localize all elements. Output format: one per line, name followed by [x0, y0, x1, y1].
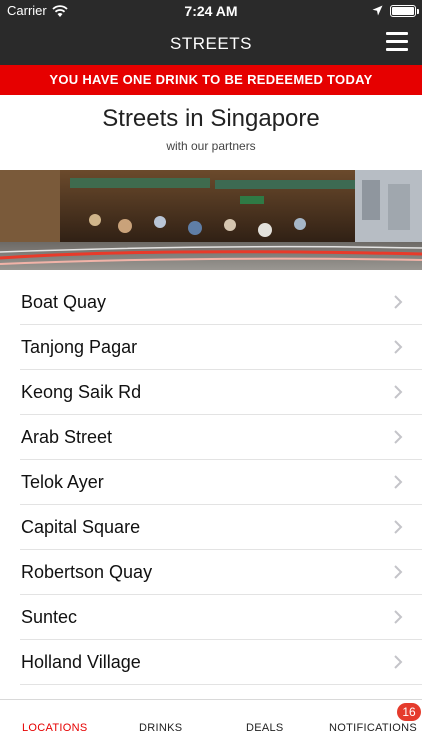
street-label: Arab Street: [21, 427, 113, 447]
chevron-right-icon: [394, 610, 403, 624]
street-label: Robertson Quay: [21, 562, 153, 582]
tab-bar: LOCATIONS DRINKS DEALS NOTIFICATIONS: [0, 699, 422, 750]
section-title: Streets in Singapore: [102, 105, 320, 132]
street-row-capital-square[interactable]: Capital Square: [20, 505, 422, 550]
chevron-right-icon: [394, 655, 403, 669]
section-subtitle: with our partners: [166, 139, 256, 153]
street-row-suntec[interactable]: Suntec: [20, 595, 422, 640]
redeem-banner[interactable]: YOU HAVE ONE DRINK TO BE REDEEMED TODAY: [0, 65, 422, 95]
street-row-telok-ayer[interactable]: Telok Ayer: [20, 460, 422, 505]
chevron-right-icon: [394, 385, 403, 399]
street-row-robertson-quay[interactable]: Robertson Quay: [20, 550, 422, 595]
navigation-bar: STREETS: [0, 22, 422, 65]
page-title: STREETS: [170, 34, 252, 53]
clock: 7:24 AM: [184, 3, 238, 19]
street-photo-illustration: [0, 170, 422, 270]
street-label: Capital Square: [21, 517, 141, 537]
street-row-holland-village[interactable]: Holland Village: [20, 640, 422, 685]
tab-drinks[interactable]: DRINKS: [139, 722, 182, 734]
street-row-keong-saik-rd[interactable]: Keong Saik Rd: [20, 370, 422, 415]
battery-icon: [390, 5, 419, 17]
chevron-right-icon: [394, 340, 403, 354]
street-label: Boat Quay: [21, 292, 107, 312]
notifications-badge: 16: [397, 703, 421, 721]
tab-deals[interactable]: DEALS: [246, 722, 284, 734]
street-label: Holland Village: [21, 652, 141, 672]
chevron-right-icon: [394, 520, 403, 534]
street-row-arab-street[interactable]: Arab Street: [20, 415, 422, 460]
hamburger-menu-icon[interactable]: [386, 32, 408, 56]
chevron-right-icon: [394, 430, 403, 444]
street-label: Keong Saik Rd: [21, 382, 142, 402]
status-bar: Carrier 7:24 AM: [0, 0, 422, 22]
location-arrow-icon: [372, 5, 383, 16]
street-label: Telok Ayer: [21, 472, 104, 492]
chevron-right-icon: [394, 295, 403, 309]
street-photo: [0, 170, 422, 270]
chevron-right-icon: [394, 565, 403, 579]
street-row-boat-quay[interactable]: Boat Quay: [20, 280, 422, 325]
chevron-right-icon: [394, 475, 403, 489]
street-label: Suntec: [21, 607, 78, 627]
street-row-tanjong-pagar[interactable]: Tanjong Pagar: [20, 325, 422, 370]
tab-locations[interactable]: LOCATIONS: [22, 722, 87, 734]
tab-notifications[interactable]: NOTIFICATIONS: [329, 722, 417, 734]
street-list: Boat Quay Tanjong Pagar Keong Saik Rd Ar…: [0, 280, 422, 685]
street-label: Tanjong Pagar: [21, 337, 138, 357]
